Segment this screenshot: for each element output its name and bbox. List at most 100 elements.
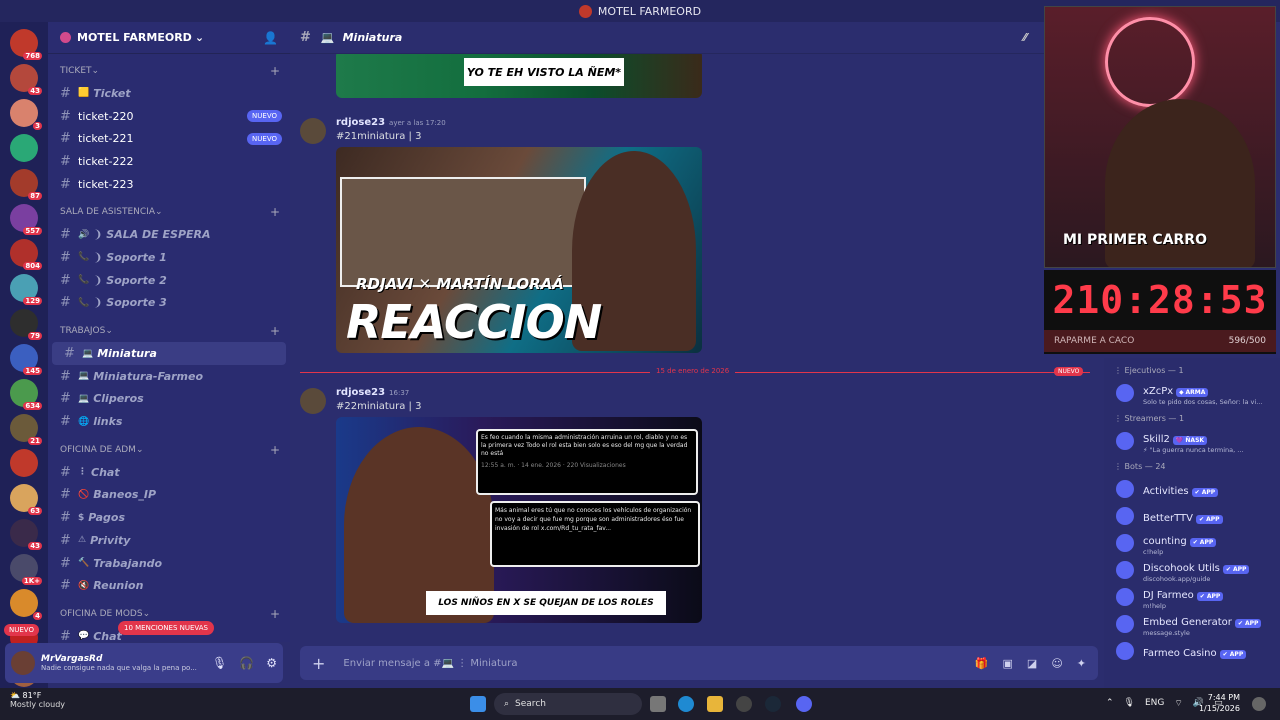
avatar bbox=[1116, 587, 1134, 606]
thumbnail-image[interactable]: YO TE EH VISTO LA ÑEM* bbox=[336, 54, 702, 98]
channel-item[interactable]: # ⚠ Privity bbox=[48, 529, 290, 552]
category-trabajos[interactable]: TRABAJOS ⌄ + bbox=[48, 320, 290, 342]
category-ticket[interactable]: TICKET ⌄ + bbox=[48, 60, 290, 82]
headphones-icon[interactable]: 🎧 bbox=[239, 656, 254, 670]
server-icon-1[interactable]: 768 bbox=[10, 29, 42, 60]
add-channel-icon[interactable]: + bbox=[270, 64, 280, 78]
channel-item[interactable]: # 💻 Cliperos bbox=[48, 388, 290, 411]
thumbnail-image[interactable]: RDJAVI ✕ MARTÍN LORAÁ REACCION bbox=[336, 147, 702, 353]
message-author[interactable]: rdjose23 ayer a las 17:20 bbox=[336, 117, 446, 128]
server-icon-11[interactable]: 634 bbox=[10, 379, 42, 410]
edge-icon[interactable] bbox=[678, 696, 694, 712]
new-badge[interactable]: NUEVO bbox=[4, 624, 39, 636]
channel-item[interactable]: # 🟨 Ticket bbox=[48, 82, 290, 105]
member-item[interactable]: Discohook Utils ✔ APP discohook.app/guide bbox=[1104, 556, 1280, 583]
apps-icon[interactable]: ✦ bbox=[1077, 657, 1086, 670]
search-box[interactable]: ⌕ Search bbox=[494, 693, 642, 715]
server-icon-2[interactable]: 43 bbox=[10, 64, 42, 95]
server-icon-4[interactable] bbox=[10, 134, 38, 162]
server-icon-13[interactable] bbox=[10, 449, 38, 477]
server-icon-16[interactable]: 1K+ bbox=[10, 554, 42, 585]
server-header[interactable]: MOTEL FARMEORD ⌄ 👤 bbox=[48, 22, 290, 54]
clock[interactable]: 7:44 PM 1/15/2026 bbox=[1199, 692, 1240, 714]
member-item[interactable]: DJ Farmeo ✔ APP m!help bbox=[1104, 583, 1280, 610]
add-channel-icon[interactable]: + bbox=[270, 324, 280, 338]
server-icon-9[interactable]: 79 bbox=[10, 309, 42, 340]
steam-icon[interactable] bbox=[765, 696, 781, 712]
channel-item[interactable]: # 🔇 Reunion bbox=[48, 574, 290, 597]
unread-badge: 79 bbox=[28, 332, 42, 340]
add-channel-icon[interactable]: + bbox=[270, 443, 280, 457]
add-attachment-icon[interactable]: + bbox=[312, 654, 325, 673]
server-icon-15[interactable]: 43 bbox=[10, 519, 42, 550]
channel-emoji-icon: 🚫 bbox=[78, 489, 90, 500]
chevron-up-icon[interactable]: ⌃ bbox=[1106, 698, 1114, 709]
channel-item[interactable]: # ticket-220 NUEVO bbox=[48, 105, 290, 128]
channel-item[interactable]: # 🔊 ❩ SALA DE ESPERA bbox=[48, 223, 290, 246]
threads-icon[interactable]: ⁄⁄ bbox=[1023, 31, 1027, 44]
channel-item[interactable]: # 🔨 Trabajando bbox=[48, 552, 290, 575]
server-icon-7[interactable]: 804 bbox=[10, 239, 42, 270]
channel-item[interactable]: # 💻 Miniatura-Farmeo bbox=[48, 365, 290, 388]
thumbnail-image[interactable]: Es feo cuando la misma administración ar… bbox=[336, 417, 702, 623]
member-item[interactable]: Embed Generator ✔ APP message.style bbox=[1104, 610, 1280, 637]
avatar[interactable] bbox=[300, 118, 326, 144]
mentions-badge[interactable]: 10 MENCIONES NUEVAS bbox=[118, 621, 214, 635]
server-icon-5[interactable]: 87 bbox=[10, 169, 42, 200]
microphone-icon[interactable]: 🎙 bbox=[1124, 698, 1135, 709]
emoji-icon[interactable]: ☺ bbox=[1051, 657, 1062, 670]
channel-item[interactable]: # ticket-222 bbox=[48, 150, 290, 173]
obs-icon[interactable] bbox=[736, 696, 752, 712]
server-icon-3[interactable]: 3 bbox=[10, 99, 42, 130]
file-explorer-icon[interactable] bbox=[707, 696, 723, 712]
notification-icon[interactable] bbox=[1252, 697, 1266, 711]
channel-emoji-icon: 💻 bbox=[82, 348, 94, 359]
avatar[interactable] bbox=[11, 651, 35, 675]
channel-item[interactable]: # 💻 Miniatura bbox=[52, 342, 286, 365]
sticker-icon[interactable]: ◪ bbox=[1027, 657, 1037, 670]
channel-item[interactable]: # 📞 ❩ Soporte 2 bbox=[48, 269, 290, 292]
member-item[interactable]: Skill2 💜 ÑASK ⚡ "La guerra nunca termina, … bbox=[1104, 427, 1280, 454]
weather-widget[interactable]: ⛅ 81°F Mostly cloudy bbox=[10, 691, 65, 709]
unread-badge: 3 bbox=[33, 122, 42, 130]
message-composer[interactable]: + Enviar mensaje a #💻 ⋮ Miniatura 🎁 ▣ ◪ … bbox=[300, 646, 1098, 680]
channel-item[interactable]: # ticket-221 NUEVO bbox=[48, 127, 290, 150]
wifi-icon[interactable]: ⌔ bbox=[1174, 698, 1182, 709]
member-item[interactable]: xZcPx ⬥ ARMA Solo te pido dos cosas, Señor… bbox=[1104, 379, 1280, 406]
server-icon-17[interactable]: 4 bbox=[10, 589, 42, 620]
add-member-icon[interactable]: 👤 bbox=[263, 31, 278, 45]
add-channel-icon[interactable]: + bbox=[270, 607, 280, 621]
chevron-down-icon: ⌄ bbox=[155, 207, 163, 218]
gift-icon[interactable]: 🎁 bbox=[975, 657, 989, 670]
channel-item[interactable]: # 🌐 links bbox=[48, 410, 290, 433]
language-indicator[interactable]: ENG bbox=[1145, 698, 1164, 709]
hash-icon: # bbox=[60, 487, 71, 503]
task-view-icon[interactable] bbox=[650, 696, 666, 712]
server-icon-10[interactable]: 145 bbox=[10, 344, 42, 375]
windows-start-icon[interactable] bbox=[470, 696, 486, 712]
member-item[interactable]: counting ✔ APP c!help bbox=[1104, 529, 1280, 556]
channel-item[interactable]: # 📞 ❩ Soporte 1 bbox=[48, 246, 290, 269]
server-icon-6[interactable]: 557 bbox=[10, 204, 42, 235]
channel-item[interactable]: # 🚫 Baneos_IP bbox=[48, 484, 290, 507]
gif-icon[interactable]: ▣ bbox=[1003, 657, 1013, 670]
server-icon-14[interactable]: 63 bbox=[10, 484, 42, 515]
message-author[interactable]: rdjose23 16:37 bbox=[336, 387, 409, 398]
channel-item[interactable]: # $ Pagos bbox=[48, 506, 290, 529]
category-sala[interactable]: SALA DE ASISTENCIA ⌄ + bbox=[48, 201, 290, 223]
microphone-icon[interactable]: 🎙 bbox=[212, 656, 227, 670]
server-icon-12[interactable]: 21 bbox=[10, 414, 42, 445]
member-item[interactable]: BetterTTV ✔ APP bbox=[1104, 502, 1280, 529]
channel-item[interactable]: # ⋮ Chat bbox=[48, 461, 290, 484]
member-item[interactable]: Farmeo Casino ✔ APP bbox=[1104, 637, 1280, 664]
add-channel-icon[interactable]: + bbox=[270, 205, 280, 219]
server-icon-8[interactable]: 129 bbox=[10, 274, 42, 305]
gear-icon[interactable]: ⚙ bbox=[266, 656, 277, 670]
hash-icon: # bbox=[60, 628, 71, 642]
channel-item[interactable]: # 📞 ❩ Soporte 3 bbox=[48, 292, 290, 315]
member-item[interactable]: Activities ✔ APP bbox=[1104, 475, 1280, 502]
avatar[interactable] bbox=[300, 388, 326, 414]
discord-icon[interactable] bbox=[796, 696, 812, 712]
channel-item[interactable]: # ticket-223 bbox=[48, 173, 290, 196]
category-oficina_adm[interactable]: OFICINA DE ADM ⌄ + bbox=[48, 439, 290, 461]
